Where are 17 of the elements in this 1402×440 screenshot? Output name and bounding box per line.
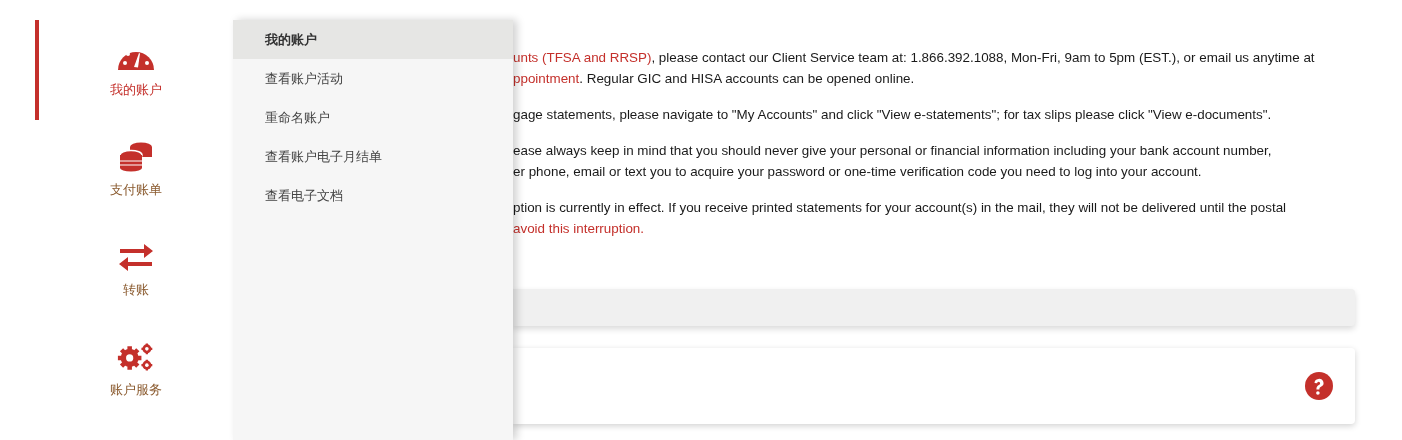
submenu-item[interactable]: 重命名账户 — [233, 98, 513, 137]
paragraph: ption is currently in effect. If you receive printed statements for your account(s) in the mail, they will not be delivered until the postal avoid this interruption. — [513, 199, 1288, 238]
sidebar-item[interactable]: 账户服务 — [35, 320, 233, 420]
paragraph: gage statements, please navigate to "My Accounts" and click "View e-statements"; for tax slips please click "View e-documents". — [513, 106, 1273, 124]
text-link[interactable]: avoid this interruption. — [513, 221, 644, 236]
help-icon[interactable] — [1305, 372, 1333, 400]
sidebar-item[interactable]: 支付账单 — [35, 120, 233, 220]
submenu-item[interactable]: 查看账户电子月结单 — [233, 137, 513, 176]
paragraph: unts (TFSA and RRSP), please contact our Client Service team at: 1.866.392.1088, Mon-Fri, 9am to 5pm (EST.), or email us anytime at ppointment. Regular GIC and HISA accounts can be opened online. — [513, 49, 1316, 88]
transfer-icon — [117, 242, 155, 272]
coins-icon — [117, 142, 155, 172]
sidebar-item[interactable]: 转账 — [35, 220, 233, 320]
gears-icon — [117, 342, 155, 372]
submenu-item[interactable]: 我的账户 — [233, 20, 513, 59]
paragraph: ease always keep in mind that you should never give your personal or financial information including your bank account number, er phone, email or text you to acquire your password or one-time verification code you need to log into your account. — [513, 142, 1273, 181]
submenu-item[interactable]: 查看电子文档 — [233, 176, 513, 215]
submenu-item[interactable]: 查看账户活动 — [233, 59, 513, 98]
